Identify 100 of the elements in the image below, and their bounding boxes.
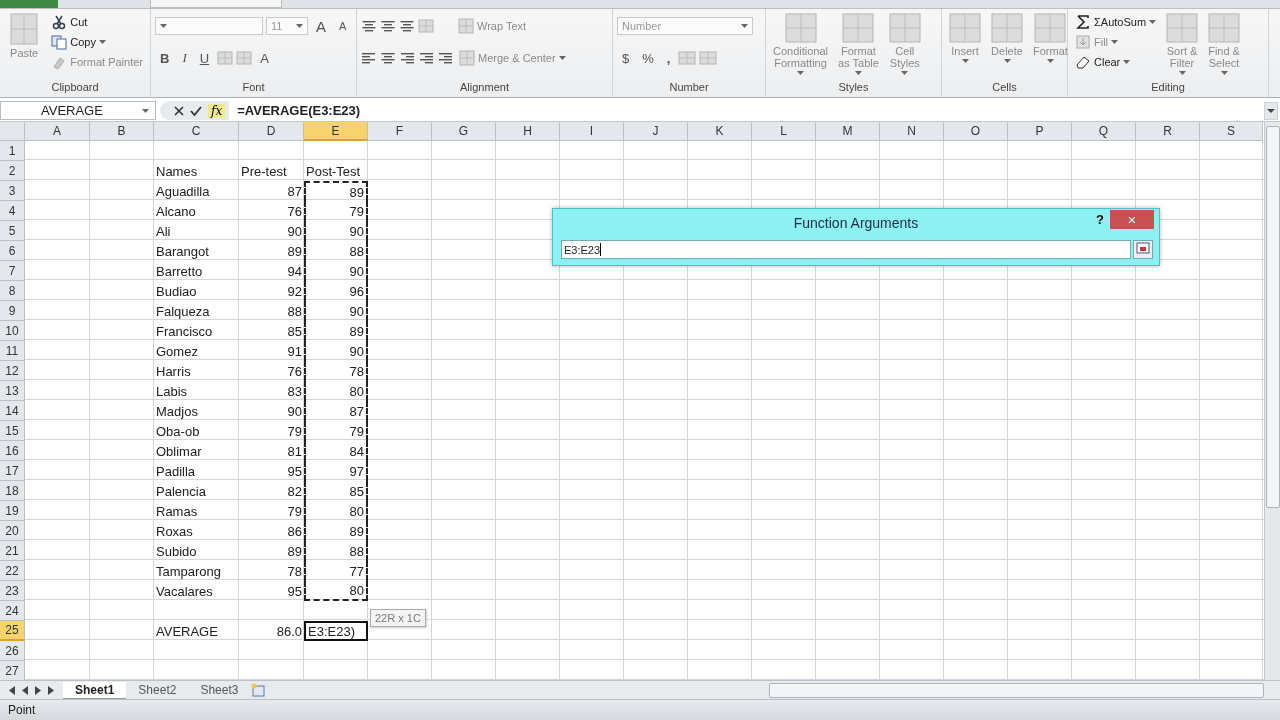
check-icon[interactable] — [190, 105, 202, 116]
row-header[interactable]: 5 — [0, 221, 25, 241]
table-cell-text: 81 — [286, 442, 303, 461]
insert-function-button[interactable]: fx — [208, 103, 226, 118]
sheet-tab[interactable]: Sheet1 — [63, 681, 127, 699]
row-header[interactable]: 24 — [0, 601, 25, 621]
sheet-tab[interactable]: Sheet3 — [188, 681, 251, 699]
table-cell: 89 — [304, 521, 368, 541]
row-header[interactable]: 4 — [0, 201, 25, 221]
align-center-icon[interactable] — [380, 50, 396, 66]
caret-icon — [741, 24, 748, 28]
underline-button[interactable]: U — [194, 50, 215, 66]
italic-button[interactable]: I — [177, 50, 192, 66]
row-header[interactable]: 23 — [0, 581, 25, 601]
table-cell: E3:E23) — [304, 621, 368, 641]
top-align-icon[interactable] — [361, 18, 377, 34]
shrink-font-button[interactable]: A — [334, 20, 352, 32]
table-cell-text: 95 — [286, 582, 303, 601]
currency-button[interactable]: $ — [617, 50, 635, 66]
status-mode: Point — [8, 703, 36, 717]
font-color-button[interactable]: A — [255, 50, 274, 66]
column-header[interactable]: S — [1200, 122, 1263, 141]
column-header[interactable]: J — [624, 122, 688, 141]
column-header[interactable]: L — [752, 122, 816, 141]
row-header[interactable]: 1 — [0, 141, 25, 161]
next-sheet-icon[interactable] — [34, 685, 42, 695]
column-header[interactable]: K — [688, 122, 752, 141]
decrease-indent-icon[interactable] — [418, 50, 434, 66]
column-header[interactable]: E — [304, 122, 368, 141]
row-header[interactable]: 11 — [0, 341, 25, 361]
increase-indent-icon[interactable] — [437, 50, 453, 66]
column-header[interactable]: P — [1008, 122, 1072, 141]
column-header[interactable]: H — [496, 122, 560, 141]
table-cell-text: Alcano — [155, 202, 197, 221]
column-header[interactable]: Q — [1072, 122, 1136, 141]
comma-button[interactable]: , — [661, 50, 676, 66]
expand-icon[interactable] — [1264, 101, 1278, 120]
percent-button[interactable]: % — [637, 50, 659, 66]
row-header[interactable]: 6 — [0, 241, 25, 261]
row-header[interactable]: 19 — [0, 501, 25, 521]
help-button[interactable]: ? — [1090, 211, 1110, 228]
column-header[interactable]: I — [560, 122, 624, 141]
row-header[interactable]: 25 — [0, 621, 25, 641]
align-right-icon[interactable] — [399, 50, 415, 66]
close-button[interactable]: × — [1110, 210, 1154, 229]
row-header[interactable]: 22 — [0, 561, 25, 581]
row-header[interactable]: 2 — [0, 161, 25, 181]
row-header[interactable]: 13 — [0, 381, 25, 401]
row-header[interactable]: 3 — [0, 181, 25, 201]
bold-button[interactable]: B — [155, 50, 175, 66]
column-header[interactable]: C — [154, 122, 239, 141]
row-header[interactable]: 10 — [0, 321, 25, 341]
row-header[interactable]: 21 — [0, 541, 25, 561]
column-header[interactable]: G — [432, 122, 496, 141]
row-header[interactable]: 16 — [0, 441, 25, 461]
table-cell-text: 76 — [286, 202, 303, 221]
horizontal-scrollbar[interactable] — [769, 682, 1264, 698]
table-cell-text: Madjos — [155, 402, 199, 421]
table-cell-text: Subido — [155, 542, 198, 561]
column-header[interactable]: D — [239, 122, 304, 141]
first-sheet-icon[interactable] — [8, 685, 16, 695]
font-name-field[interactable] — [155, 17, 263, 35]
cut-button[interactable]: Cut — [48, 13, 146, 31]
column-header[interactable]: F — [368, 122, 432, 141]
row-header[interactable]: 7 — [0, 261, 25, 281]
autosum-button[interactable]: ΣAutoSum — [1072, 13, 1160, 31]
column-header[interactable]: R — [1136, 122, 1200, 141]
middle-align-icon[interactable] — [380, 18, 396, 34]
column-header[interactable]: A — [25, 122, 90, 141]
row-header[interactable]: 20 — [0, 521, 25, 541]
sheet-tab[interactable]: Sheet2 — [126, 681, 189, 699]
row-header[interactable]: 18 — [0, 481, 25, 501]
collapse-dialog-button[interactable] — [1133, 240, 1153, 259]
copy-button[interactable]: Copy — [48, 33, 146, 51]
name-box[interactable]: AVERAGE — [0, 101, 156, 120]
align-left-icon[interactable] — [361, 50, 377, 66]
table-cell: 78 — [304, 361, 368, 381]
cancel-icon[interactable] — [174, 105, 184, 116]
prev-sheet-icon[interactable] — [21, 685, 29, 695]
column-header[interactable]: N — [880, 122, 944, 141]
row-header[interactable]: 8 — [0, 281, 25, 301]
column-header[interactable]: B — [90, 122, 154, 141]
table-cell-text: Vacalares — [155, 582, 214, 601]
clear-button[interactable]: Clear — [1072, 53, 1160, 71]
row-header[interactable]: 12 — [0, 361, 25, 381]
column-header[interactable]: M — [816, 122, 880, 141]
row-header[interactable]: 27 — [0, 661, 25, 680]
row-header[interactable]: 17 — [0, 461, 25, 481]
row-header[interactable]: 15 — [0, 421, 25, 441]
row-header[interactable]: 9 — [0, 301, 25, 321]
column-header[interactable]: O — [944, 122, 1008, 141]
vertical-scrollbar[interactable] — [1264, 122, 1280, 680]
table-cell-text: 83 — [286, 382, 303, 401]
formula-field[interactable]: =AVERAGE(E3:E23) — [233, 103, 1260, 118]
bottom-align-icon[interactable] — [399, 18, 415, 34]
row-header[interactable]: 26 — [0, 641, 25, 661]
last-sheet-icon[interactable] — [47, 685, 55, 695]
range-input-field[interactable]: E3:E23 — [561, 240, 1131, 259]
row-header[interactable]: 14 — [0, 401, 25, 421]
grow-font-button[interactable]: A — [311, 17, 331, 35]
